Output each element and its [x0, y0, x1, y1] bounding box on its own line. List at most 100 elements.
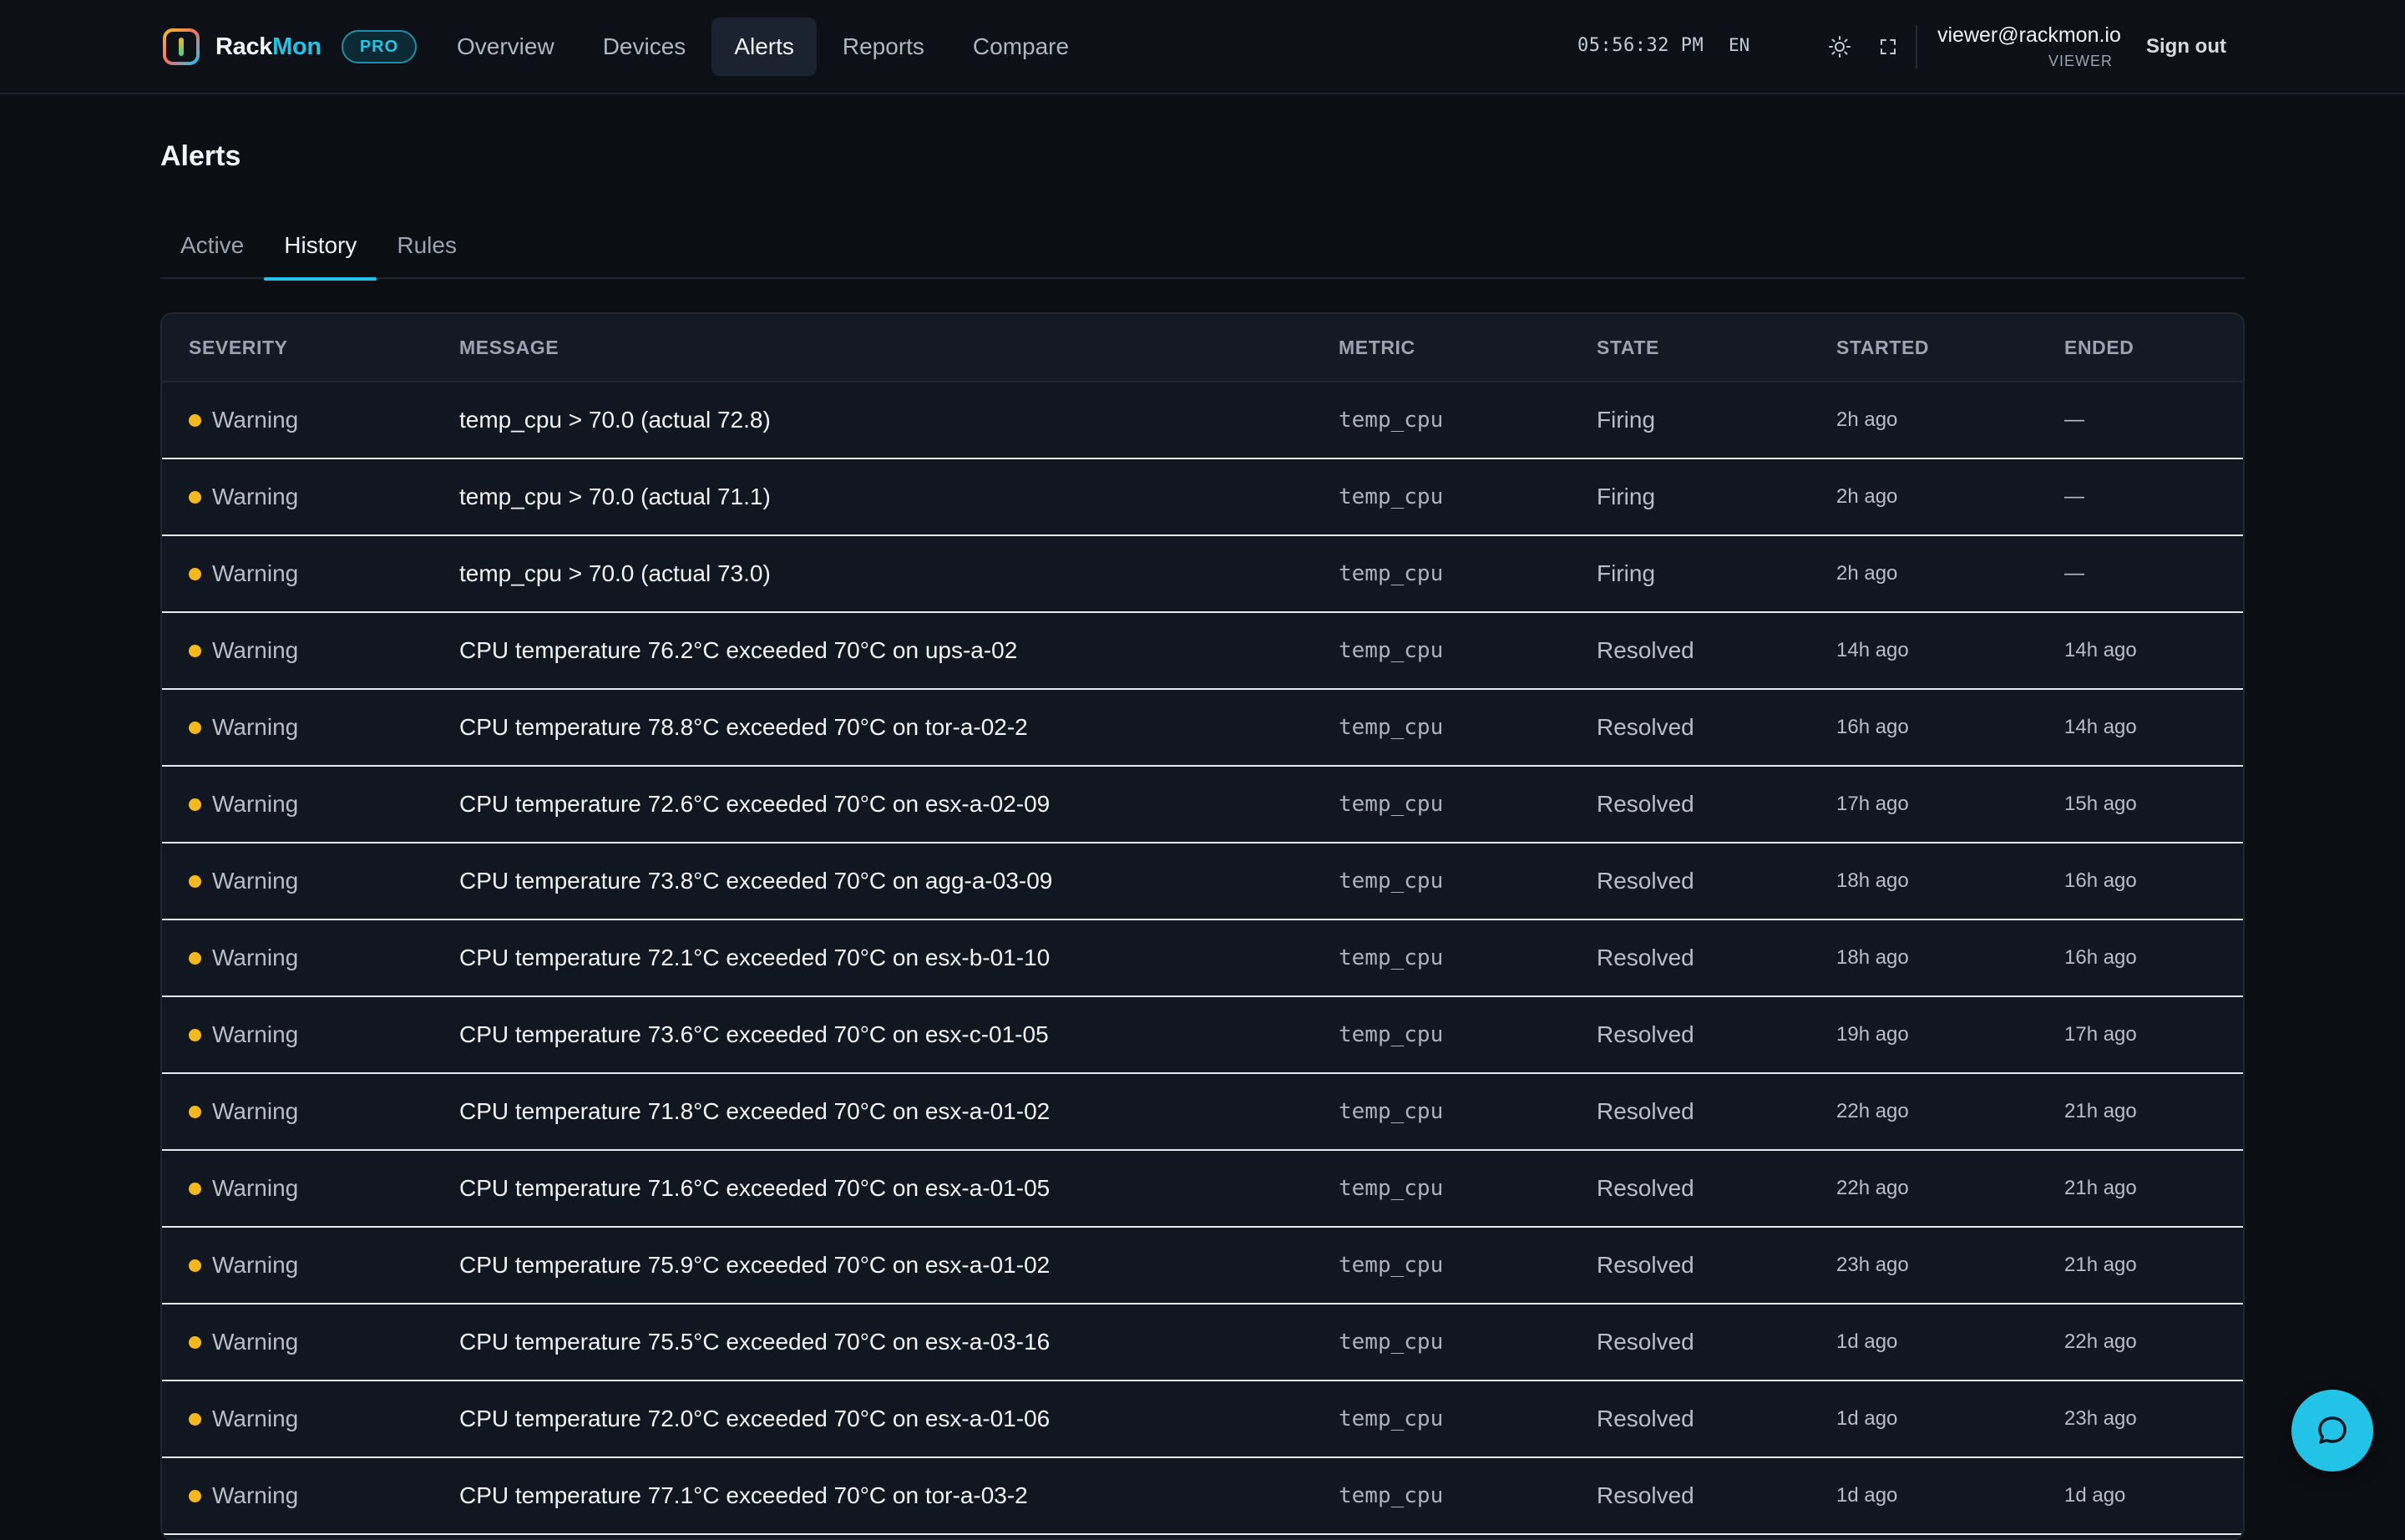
table-row[interactable]: Warning temp_cpu > 70.0 (actual 72.8) temp… — [162, 382, 2243, 459]
fullscreen-button[interactable] — [1871, 30, 1905, 63]
message-cell: CPU temperature 72.1°C exceeded 70°C on … — [459, 945, 1051, 970]
chat-button[interactable] — [2291, 1390, 2373, 1472]
severity-label: Warning — [212, 1021, 299, 1047]
state-cell: Resolved — [1597, 1329, 1694, 1355]
ended-cell: 14h ago — [2064, 716, 2137, 738]
pro-badge: PRO — [341, 30, 418, 63]
state-cell: Resolved — [1597, 868, 1694, 894]
started-cell: 2h ago — [1836, 485, 1898, 508]
started-cell: 16h ago — [1836, 716, 1909, 738]
severity-label: Warning — [212, 714, 299, 740]
table-row[interactable]: Warning CPU temperature 76.2°C exceeded 7… — [162, 613, 2243, 690]
ended-cell: 15h ago — [2064, 793, 2137, 815]
metric-cell: temp_cpu — [1339, 1176, 1444, 1201]
message-cell: CPU temperature 72.6°C exceeded 70°C on … — [459, 791, 1051, 817]
severity-label: Warning — [212, 1329, 299, 1355]
ended-cell: 21h ago — [2064, 1100, 2137, 1122]
table-row[interactable]: Warning CPU temperature 73.6°C exceeded 7… — [162, 997, 2243, 1074]
state-cell: Resolved — [1597, 791, 1694, 817]
table-row[interactable]: Warning CPU temperature 72.0°C exceeded 7… — [162, 1381, 2243, 1458]
column-message[interactable]: MESSAGE — [459, 337, 559, 359]
started-cell: 1d ago — [1836, 1484, 1898, 1507]
column-state[interactable]: STATE — [1597, 337, 1659, 359]
severity-cell: Warning — [189, 920, 298, 995]
warning-dot-icon — [189, 1105, 201, 1118]
state-cell: Resolved — [1597, 1482, 1694, 1508]
table-row[interactable]: Warning temp_cpu > 70.0 (actual 73.0) temp… — [162, 536, 2243, 613]
state-cell: Resolved — [1597, 1175, 1694, 1201]
severity-label: Warning — [212, 1252, 299, 1278]
ended-cell: 21h ago — [2064, 1177, 2137, 1199]
message-cell: temp_cpu > 70.0 (actual 72.8) — [459, 407, 771, 433]
message-cell: temp_cpu > 70.0 (actual 73.0) — [459, 560, 771, 586]
column-ended[interactable]: ENDED — [2064, 337, 2134, 359]
rackmon-logo-icon — [163, 28, 200, 65]
severity-label: Warning — [212, 1098, 299, 1124]
ended-cell: — — [2064, 562, 2084, 585]
severity-cell: Warning — [189, 536, 298, 611]
warning-dot-icon — [189, 413, 201, 427]
warning-dot-icon — [189, 798, 201, 811]
message-cell: CPU temperature 71.8°C exceeded 70°C on … — [459, 1098, 1051, 1124]
warning-dot-icon — [189, 567, 201, 580]
metric-cell: temp_cpu — [1339, 792, 1444, 817]
metric-cell: temp_cpu — [1339, 561, 1444, 586]
severity-cell: Warning — [189, 767, 298, 842]
table-row[interactable]: Warning CPU temperature 75.5°C exceeded 7… — [162, 1304, 2243, 1381]
started-cell: 18h ago — [1836, 869, 1909, 892]
tab-rules[interactable]: Rules — [377, 224, 477, 279]
warning-dot-icon — [189, 721, 201, 734]
table-row[interactable]: Warning temp_cpu > 70.0 (actual 71.1) temp… — [162, 459, 2243, 536]
message-cell: CPU temperature 72.0°C exceeded 70°C on … — [459, 1406, 1051, 1431]
tab-active[interactable]: Active — [160, 224, 264, 279]
severity-label: Warning — [212, 484, 299, 509]
warning-dot-icon — [189, 951, 201, 965]
table-row[interactable]: Warning CPU temperature 71.6°C exceeded 7… — [162, 1151, 2243, 1228]
column-started[interactable]: STARTED — [1836, 337, 1929, 359]
nav-reports[interactable]: Reports — [820, 18, 947, 76]
table-body: Warning temp_cpu > 70.0 (actual 72.8) temp… — [162, 382, 2243, 1535]
message-cell: CPU temperature 75.5°C exceeded 70°C on … — [459, 1329, 1051, 1355]
nav-alerts[interactable]: Alerts — [711, 18, 817, 76]
column-severity[interactable]: SEVERITY — [189, 337, 288, 359]
tab-history[interactable]: History — [264, 224, 377, 281]
state-cell: Resolved — [1597, 1252, 1694, 1278]
message-cell: CPU temperature 71.6°C exceeded 70°C on … — [459, 1175, 1051, 1201]
sign-out-button[interactable]: Sign out — [2146, 35, 2226, 58]
table-row[interactable]: Warning CPU temperature 72.6°C exceeded 7… — [162, 767, 2243, 843]
nav-overview[interactable]: Overview — [434, 18, 577, 76]
ended-cell: — — [2064, 485, 2084, 508]
warning-dot-icon — [189, 1259, 201, 1272]
state-cell: Resolved — [1597, 714, 1694, 740]
header-divider — [1916, 25, 1917, 68]
severity-cell: Warning — [189, 382, 298, 458]
severity-cell: Warning — [189, 690, 298, 765]
top-bar: RackMon PRO Overview Devices Alerts Repo… — [0, 0, 2405, 94]
table-row[interactable]: Warning CPU temperature 75.9°C exceeded 7… — [162, 1228, 2243, 1304]
table-row[interactable]: Warning CPU temperature 72.1°C exceeded 7… — [162, 920, 2243, 997]
severity-cell: Warning — [189, 1381, 298, 1456]
table-row[interactable]: Warning CPU temperature 73.8°C exceeded 7… — [162, 843, 2243, 920]
state-cell: Resolved — [1597, 1021, 1694, 1047]
theme-toggle-button[interactable] — [1823, 30, 1856, 63]
fullscreen-icon — [1881, 39, 1896, 54]
brand[interactable]: RackMon PRO — [162, 25, 418, 68]
state-cell: Firing — [1597, 484, 1656, 509]
severity-cell: Warning — [189, 1074, 298, 1149]
table-row[interactable]: Warning CPU temperature 77.1°C exceeded 7… — [162, 1458, 2243, 1535]
started-cell: 14h ago — [1836, 639, 1909, 661]
language-toggle[interactable]: EN — [1729, 35, 1749, 55]
nav-devices[interactable]: Devices — [580, 18, 709, 76]
ended-cell: 1d ago — [2064, 1484, 2126, 1507]
severity-label: Warning — [212, 1406, 299, 1431]
severity-cell: Warning — [189, 843, 298, 919]
metric-cell: temp_cpu — [1339, 1253, 1444, 1278]
table-header: SEVERITY MESSAGE METRIC STATE STARTED EN… — [162, 314, 2243, 382]
ended-cell: 16h ago — [2064, 946, 2137, 969]
table-row[interactable]: Warning CPU temperature 71.8°C exceeded 7… — [162, 1074, 2243, 1151]
table-row[interactable]: Warning CPU temperature 78.8°C exceeded 7… — [162, 690, 2243, 767]
ended-cell: 21h ago — [2064, 1254, 2137, 1276]
started-cell: 2h ago — [1836, 562, 1898, 585]
nav-compare[interactable]: Compare — [950, 18, 1091, 76]
column-metric[interactable]: METRIC — [1339, 337, 1415, 359]
